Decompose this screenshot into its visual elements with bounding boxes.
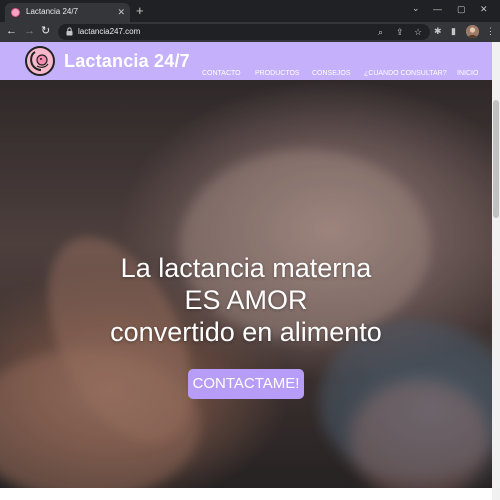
hero-headline: La lactancia materna ES AMOR convertido … [0,252,492,348]
browser-chrome: Lactancia 24/7 ✕ + ⌄ — ▢ ✕ ← → ↻ lactanc… [0,0,500,42]
hero-line-1: La lactancia materna [120,253,372,283]
reload-icon[interactable]: ↻ [41,25,50,38]
zoom-icon[interactable]: ⌕ [378,26,383,38]
browser-toolbar: ← → ↻ lactancia247.com ⌕ ⇪ ☆ ✱ ▮ ⋮ [0,22,500,42]
hero-line-3: convertido en alimento [110,317,382,347]
browser-menu-icon[interactable]: ⋮ [486,25,495,37]
forward-icon[interactable]: → [24,25,35,38]
share-icon[interactable]: ⇪ [396,26,404,38]
maximize-icon[interactable]: ▢ [457,3,466,15]
bookmark-star-icon[interactable]: ☆ [414,26,422,38]
nav-item-cuando-consultar[interactable]: ¿CUANDO CONSULTAR? [364,70,447,77]
browser-tab[interactable]: Lactancia 24/7 ✕ [5,3,130,22]
minimize-icon[interactable]: — [433,3,442,15]
hero-section: La lactancia materna ES AMOR convertido … [0,80,492,488]
nav-item-contacto[interactable]: CONTACTO [202,70,241,77]
lock-icon [66,27,73,36]
contact-cta-button[interactable]: CONTACTAME! [188,369,304,399]
nav-item-consejos[interactable]: CONSEJOS [312,70,351,77]
page-scrollbar[interactable] [492,42,500,500]
url-text[interactable]: lactancia247.com [78,27,140,36]
tab-close-icon[interactable]: ✕ [117,6,125,18]
side-panel-icon[interactable]: ▮ [451,25,456,37]
hero-line-2: ES AMOR [184,285,308,315]
tab-title: Lactancia 24/7 [26,7,79,16]
avatar-image-icon [466,25,479,38]
tab-search-icon[interactable]: ⌄ [412,3,420,14]
new-tab-button[interactable]: + [136,4,144,18]
page-below-hero [0,488,492,500]
profile-avatar[interactable] [466,25,479,38]
favicon-icon [11,8,20,17]
site-brand-title[interactable]: Lactancia 24/7 [64,51,190,72]
nav-item-inicio[interactable]: INICIO [457,70,478,77]
window-close-icon[interactable]: ✕ [480,3,488,15]
site-nav: CONTACTO PRODUCTOS CONSEJOS ¿CUANDO CONS… [0,70,492,80]
nav-item-productos[interactable]: PRODUCTOS [255,70,300,77]
address-bar[interactable]: lactancia247.com ⌕ ⇪ ☆ [58,24,430,40]
back-icon[interactable]: ← [6,25,17,38]
tab-strip: Lactancia 24/7 ✕ + ⌄ — ▢ ✕ [0,0,500,22]
scrollbar-thumb[interactable] [493,100,499,218]
site-header: Lactancia 24/7 CONTACTO PRODUCTOS CONSEJ… [0,42,492,80]
page-viewport: La lactancia materna ES AMOR convertido … [0,42,492,500]
extensions-icon[interactable]: ✱ [434,25,442,37]
